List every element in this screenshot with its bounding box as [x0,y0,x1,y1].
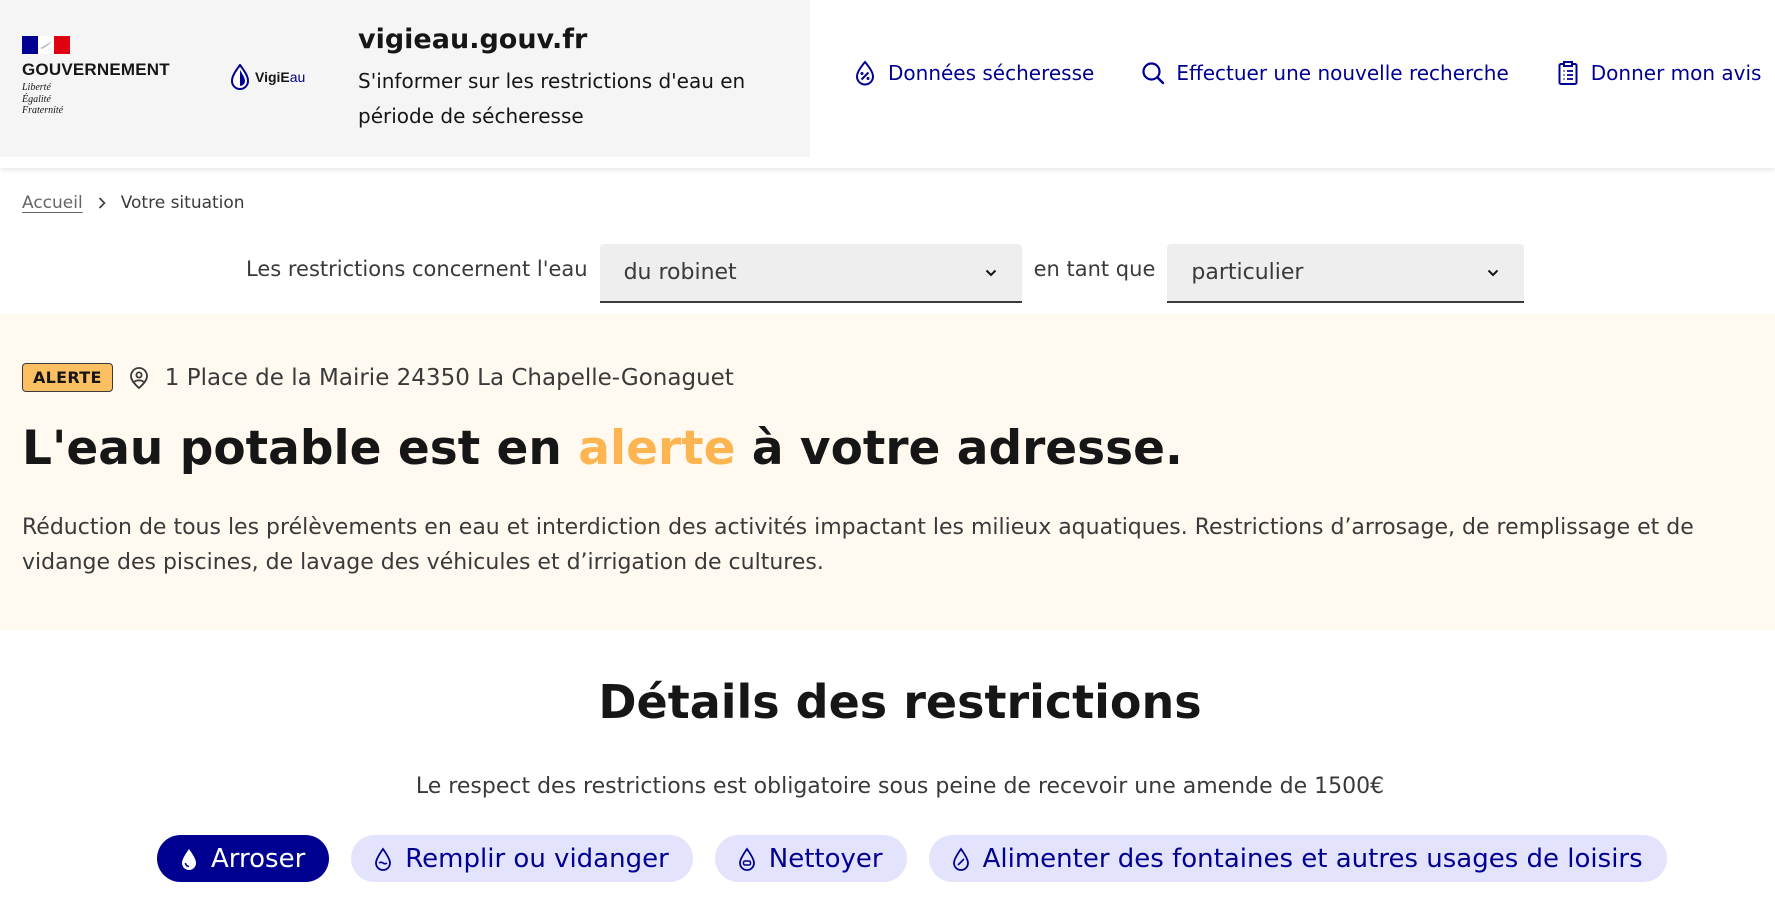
motto-fraternite: Fraternité [22,105,64,116]
nav-donner-avis[interactable]: Donner mon avis [1555,60,1762,86]
site-tagline: S'informer sur les restrictions d'eau en… [358,69,746,128]
fine-notice: Le respect des restrictions est obligato… [415,774,1385,799]
tab-nettoyer[interactable]: Nettoyer [714,835,907,882]
site-header: GOUVERNEMENT Liberté Égalité Fraternité … [0,0,1775,168]
tab-alimenter-fontaines[interactable]: Alimenter des fontaines et autres usages… [928,835,1667,882]
header-nav: Données sécheresse Effectuer une nouvell… [852,60,1761,86]
tab-remplir-vidanger[interactable]: Remplir ou vidanger [351,835,693,882]
alert-level-word: alerte [578,421,736,476]
water-type-select[interactable]: du robinet [599,244,1022,303]
profile-select[interactable]: particulier [1167,244,1525,303]
breadcrumb: Accueil Votre situation [22,193,245,213]
watering-drop-icon [182,848,196,870]
site-title[interactable]: vigieau.gouv.fr [358,24,587,55]
restriction-filters: Les restrictions concernent l'eau du rob… [246,244,1525,303]
tab-label: Remplir ou vidanger [405,843,669,874]
nav-nouvelle-recherche[interactable]: Effectuer une nouvelle recherche [1140,60,1509,86]
government-motto: Liberté Égalité Fraternité [22,82,63,117]
breadcrumb-current: Votre situation [120,193,245,213]
tab-arroser[interactable]: Arroser [157,835,330,882]
tab-label: Arroser [211,843,306,874]
nav-donnees-secheresse[interactable]: Données sécheresse [852,60,1094,86]
vigieau-logo: VigiEau [230,64,320,90]
restriction-category-tabs: Arroser Remplir ou vidanger Nettoyer Ali… [157,835,1667,882]
tab-label: Alimenter des fontaines et autres usages… [982,843,1643,874]
vigieau-logo-text: VigiEau [255,69,306,85]
drop-percent-icon [855,60,875,86]
vigieau-drop-icon [230,64,250,90]
fountain-drop-icon [952,846,969,871]
alert-description: Réduction de tous les prélèvements en ea… [22,515,1694,575]
location-pin-icon [129,366,148,389]
french-flag-icon [22,36,70,54]
clipboard-icon [1558,61,1578,85]
cleaning-drop-icon [738,846,755,871]
filter-label-eau: Les restrictions concernent l'eau [246,257,588,281]
government-name: GOUVERNEMENT [22,60,170,79]
pool-drop-icon [375,846,392,871]
profile-value: particulier [1191,260,1304,285]
details-title: Détails des restrictions [598,675,1202,729]
nav-label: Effectuer une nouvelle recherche [1176,61,1509,85]
chevron-down-icon [985,269,996,276]
alert-level-badge: ALERTE [22,363,113,392]
chevron-right-icon [98,197,106,209]
motto-egalite: Égalité [22,93,51,105]
government-logo: GOUVERNEMENT Liberté Égalité Fraternité [22,36,182,126]
breadcrumb-home-link[interactable]: Accueil [22,193,83,213]
alert-title: L'eau potable est en alerte à votre adre… [22,421,1183,476]
water-type-value: du robinet [623,260,737,285]
nav-label: Donner mon avis [1590,61,1762,85]
nav-label: Données sécheresse [888,61,1095,85]
motto-liberte: Liberté [22,82,51,93]
chevron-down-icon [1488,269,1499,276]
address-text: 1 Place de la Mairie 24350 La Chapelle-G… [164,364,734,391]
alert-address-row: ALERTE 1 Place de la Mairie 24350 La Cha… [22,363,734,392]
brand-block[interactable]: GOUVERNEMENT Liberté Égalité Fraternité … [0,0,810,157]
filter-label-profil: en tant que [1033,257,1156,281]
alert-banner: ALERTE 1 Place de la Mairie 24350 La Cha… [0,314,1775,630]
tab-label: Nettoyer [768,843,883,874]
search-icon [1142,62,1165,85]
